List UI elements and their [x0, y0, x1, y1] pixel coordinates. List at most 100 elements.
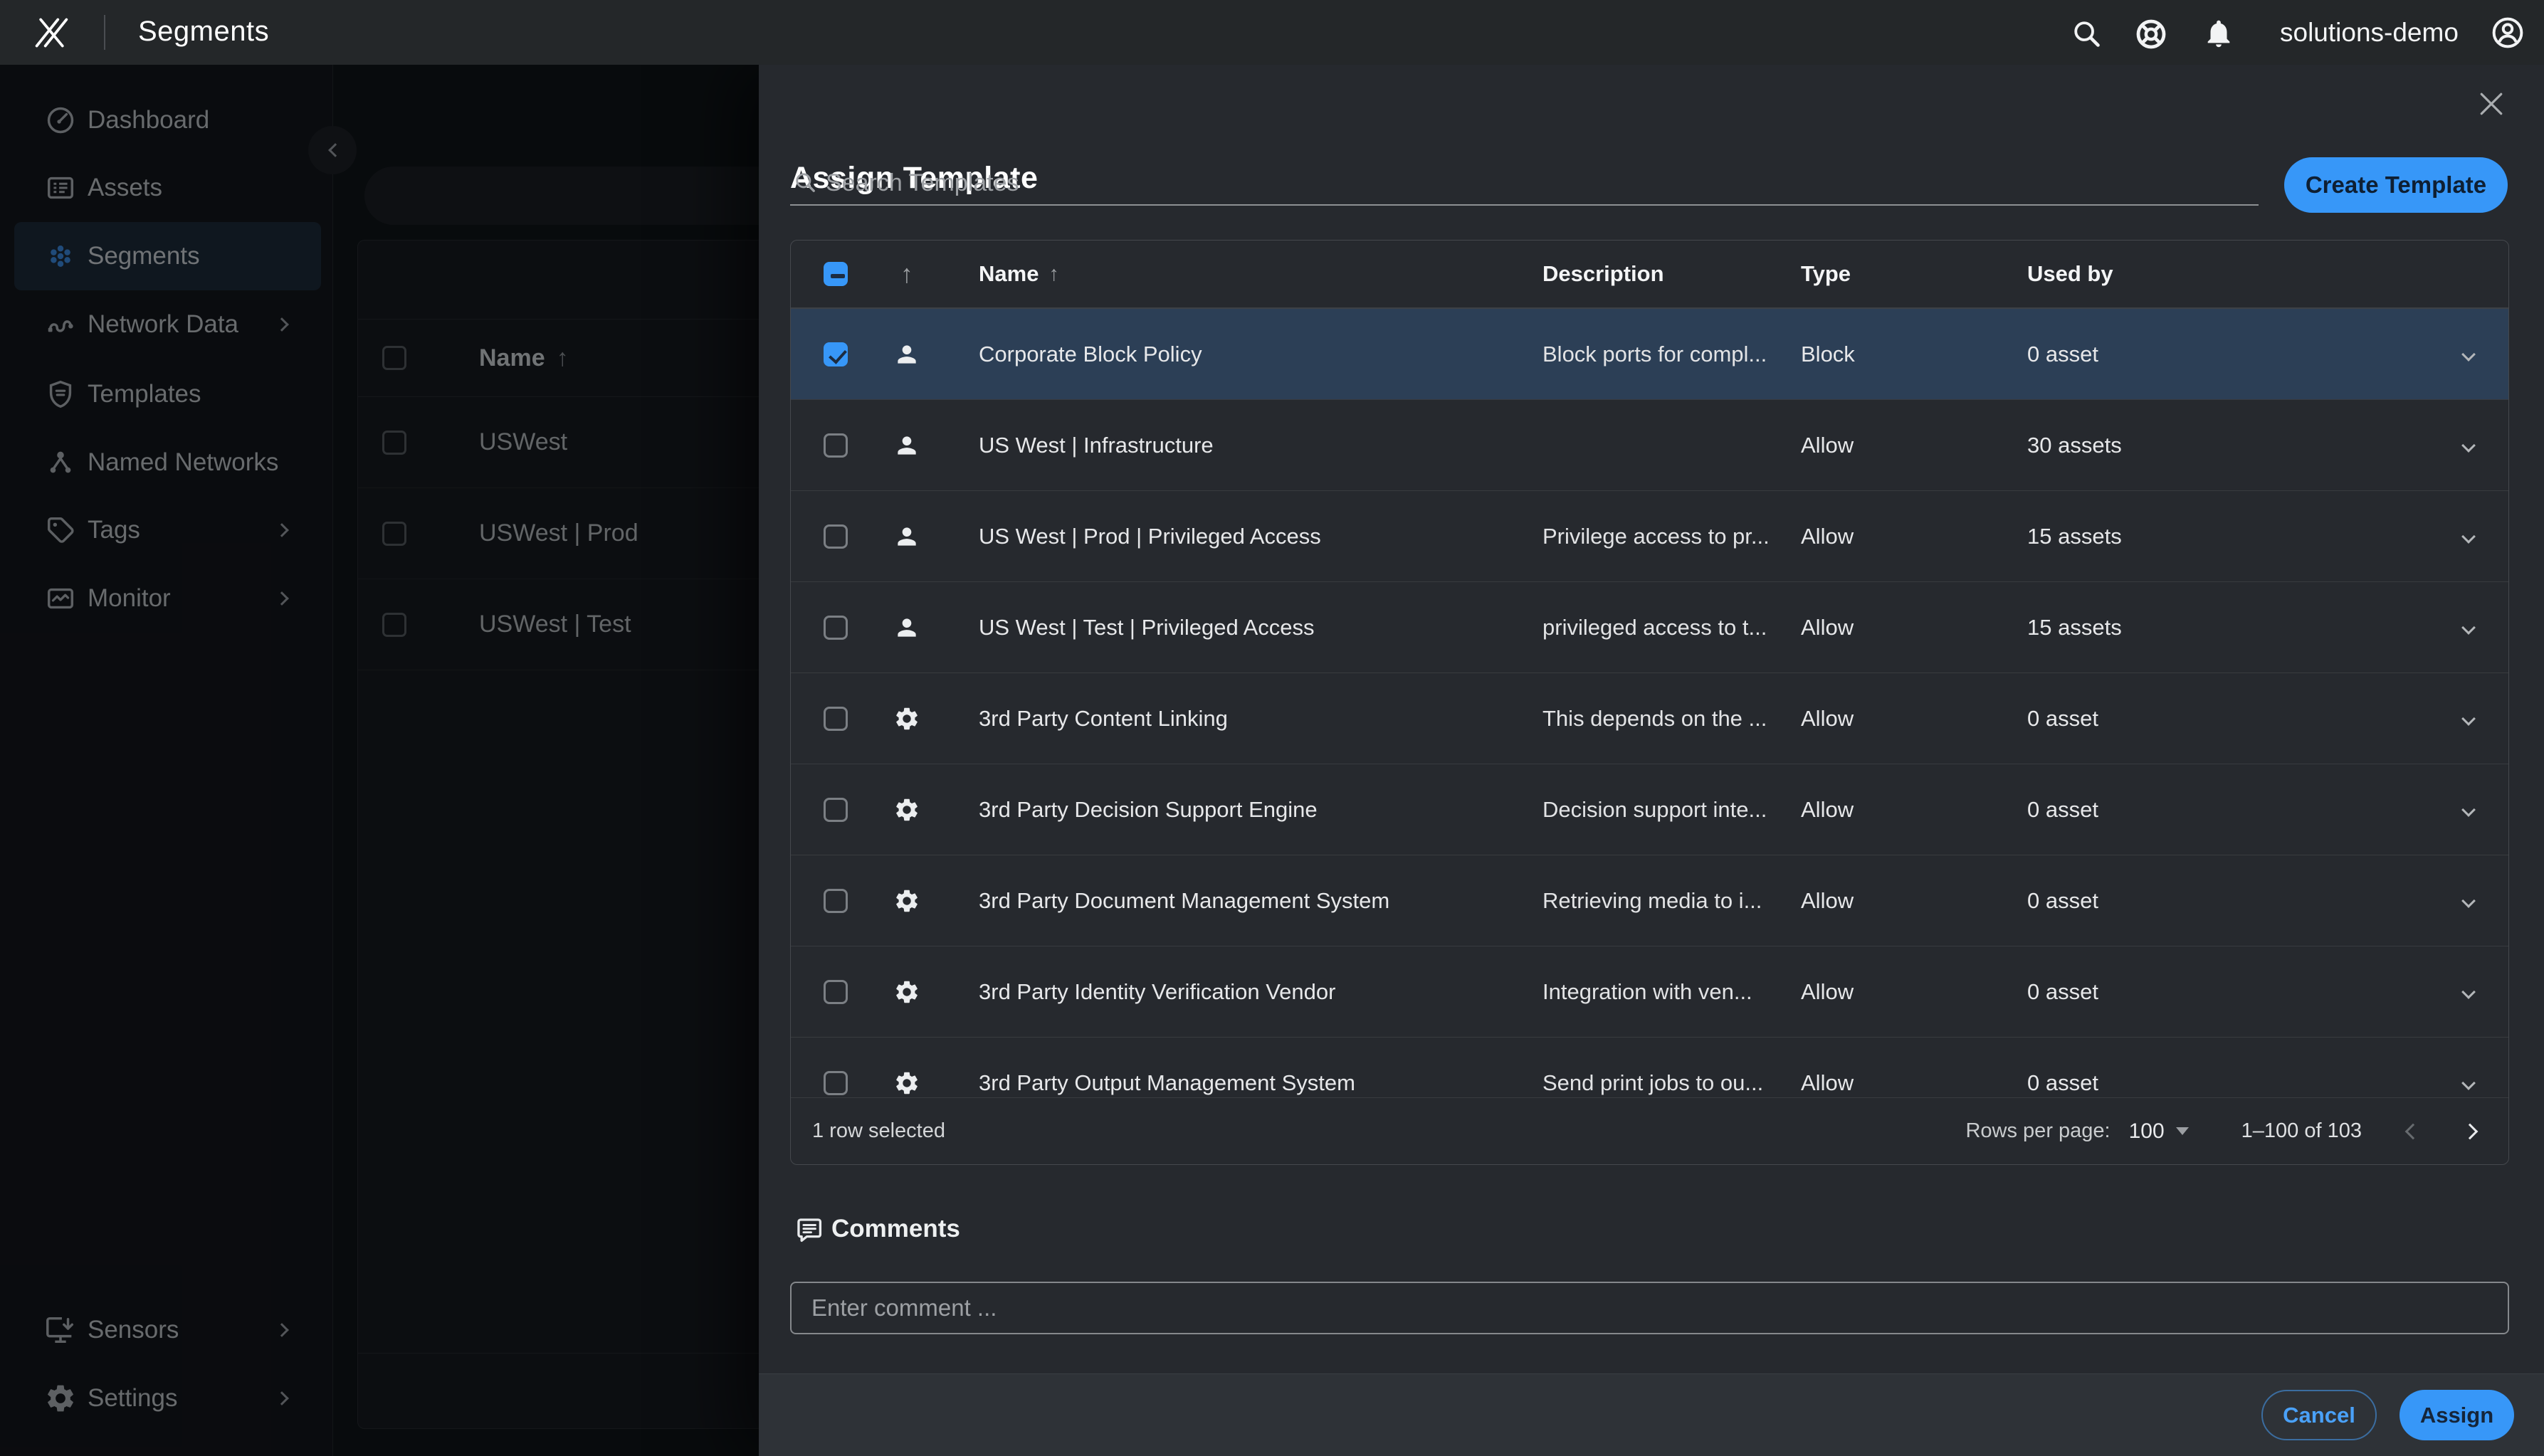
next-page-icon[interactable] [2462, 1123, 2479, 1139]
user-icon [893, 432, 920, 459]
row-checkbox[interactable] [824, 1071, 848, 1095]
template-used-by: 0 asset [2027, 706, 2429, 732]
template-used-by: 0 asset [2027, 888, 2429, 914]
assign-template-modal: Assign Template Create Template ↑ Name ↑… [759, 65, 2544, 1456]
assign-button[interactable]: Assign [2400, 1390, 2514, 1440]
table-row[interactable]: US West | Test | Privileged Access privi… [791, 582, 2508, 673]
table-row[interactable]: 3rd Party Identity Verification Vendor I… [791, 946, 2508, 1038]
chevron-down-icon[interactable] [2461, 347, 2476, 362]
row-checkbox[interactable] [824, 342, 848, 366]
dropdown-arrow-icon [2176, 1127, 2189, 1135]
template-type: Allow [1801, 979, 2027, 1005]
row-checkbox[interactable] [824, 980, 848, 1004]
chevron-down-icon[interactable] [2461, 529, 2476, 544]
row-checkbox[interactable] [824, 433, 848, 458]
chevron-down-icon[interactable] [2461, 894, 2476, 908]
column-header-description[interactable]: Description [1542, 261, 1801, 287]
chevron-down-icon[interactable] [2461, 712, 2476, 726]
modal-action-bar: Cancel Assign [759, 1373, 2544, 1456]
template-type: Allow [1801, 888, 2027, 914]
template-name: 3rd Party Content Linking [939, 706, 1542, 732]
column-header-name[interactable]: Name ↑ [939, 261, 1542, 287]
template-description: This depends on the ... [1542, 706, 1801, 732]
template-description: privileged access to t... [1542, 615, 1801, 640]
search-templates-input[interactable] [824, 164, 2177, 201]
row-checkbox[interactable] [824, 524, 848, 549]
template-used-by: 0 asset [2027, 797, 2429, 823]
brand-logo-icon[interactable] [33, 13, 70, 53]
templates-table-body: Corporate Block Policy Block ports for c… [791, 309, 2508, 1097]
user-icon [893, 341, 920, 368]
user-icon [893, 614, 920, 641]
select-all-checkbox[interactable] [824, 262, 848, 286]
chevron-down-icon[interactable] [2461, 1076, 2476, 1090]
template-name: 3rd Party Decision Support Engine [939, 797, 1542, 823]
account-circle-icon[interactable] [2490, 15, 2525, 51]
account-name[interactable]: solutions-demo [2280, 18, 2459, 48]
template-used-by: 0 asset [2027, 1070, 2429, 1096]
column-header-type[interactable]: Type [1801, 261, 2027, 287]
gear-icon [893, 978, 920, 1006]
rows-per-page-label: Rows per page: [1965, 1119, 2110, 1143]
top-bar: Segments solutions-demo [0, 0, 2544, 65]
cancel-button[interactable]: Cancel [2261, 1390, 2377, 1440]
table-row[interactable]: 3rd Party Output Management System Send … [791, 1038, 2508, 1097]
row-checkbox[interactable] [824, 889, 848, 913]
search-icon[interactable] [2070, 17, 2103, 50]
template-type: Allow [1801, 524, 2027, 549]
topbar-divider [104, 15, 105, 50]
row-checkbox[interactable] [824, 798, 848, 822]
template-description: Block ports for compl... [1542, 342, 1801, 367]
template-name: 3rd Party Identity Verification Vendor [939, 979, 1542, 1005]
modal-backdrop[interactable] [0, 65, 759, 1456]
gear-icon [893, 705, 920, 732]
create-template-button[interactable]: Create Template [2284, 157, 2508, 213]
row-checkbox[interactable] [824, 707, 848, 731]
template-name: US West | Infrastructure [939, 433, 1542, 458]
table-row[interactable]: US West | Prod | Privileged Access Privi… [791, 491, 2508, 582]
chevron-down-icon[interactable] [2461, 621, 2476, 635]
chevron-down-icon[interactable] [2461, 438, 2476, 453]
close-icon[interactable] [2479, 91, 2504, 117]
template-name: US West | Test | Privileged Access [939, 615, 1542, 640]
help-lifebuoy-icon[interactable] [2134, 17, 2168, 51]
template-name: US West | Prod | Privileged Access [939, 524, 1542, 549]
rows-per-page-select[interactable]: 100 [2129, 1119, 2189, 1144]
gear-icon [893, 1070, 920, 1097]
column-header-used-by[interactable]: Used by [2027, 261, 2429, 287]
template-used-by: 15 assets [2027, 615, 2429, 640]
comment-input[interactable] [790, 1282, 2509, 1334]
user-icon [893, 523, 920, 550]
sort-ascending-icon[interactable]: ↑ [900, 259, 913, 289]
template-description: Decision support inte... [1542, 797, 1801, 823]
table-row[interactable]: US West | Infrastructure Allow 30 assets [791, 400, 2508, 491]
page-title: Segments [138, 16, 269, 48]
search-icon [793, 170, 817, 194]
template-description: Integration with ven... [1542, 979, 1801, 1005]
templates-table-header: ↑ Name ↑ Description Type Used by [791, 241, 2508, 309]
template-description: Privilege access to pr... [1542, 524, 1801, 549]
gear-icon [893, 796, 920, 823]
template-used-by: 0 asset [2027, 979, 2429, 1005]
template-name: Corporate Block Policy [939, 342, 1542, 367]
notifications-bell-icon[interactable] [2202, 17, 2235, 50]
app-root: Segments solutions-demo [0, 0, 2544, 1456]
template-name: 3rd Party Output Management System [939, 1070, 1542, 1096]
template-used-by: 0 asset [2027, 342, 2429, 367]
sort-ascending-icon: ↑ [1048, 263, 1059, 286]
row-checkbox[interactable] [824, 616, 848, 640]
table-row[interactable]: 3rd Party Content Linking This depends o… [791, 673, 2508, 764]
template-type: Allow [1801, 1070, 2027, 1096]
table-row[interactable]: Corporate Block Policy Block ports for c… [791, 309, 2508, 400]
comments-icon [794, 1215, 824, 1245]
table-row[interactable]: 3rd Party Document Management System Ret… [791, 855, 2508, 946]
template-type: Allow [1801, 797, 2027, 823]
template-type: Allow [1801, 706, 2027, 732]
table-row[interactable]: 3rd Party Decision Support Engine Decisi… [791, 764, 2508, 855]
chevron-down-icon[interactable] [2461, 803, 2476, 817]
template-description: Send print jobs to ou... [1542, 1070, 1801, 1096]
chevron-down-icon[interactable] [2461, 985, 2476, 999]
previous-page-icon[interactable] [2405, 1123, 2422, 1139]
selection-count: 1 row selected [812, 1119, 945, 1143]
template-name: 3rd Party Document Management System [939, 888, 1542, 914]
